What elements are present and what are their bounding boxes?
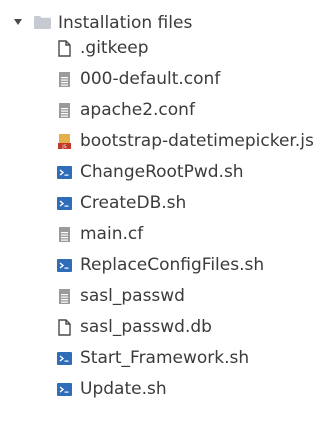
text-file-icon — [56, 71, 73, 88]
shell-script-icon — [56, 381, 73, 398]
shell-script-icon — [56, 257, 73, 274]
file-row[interactable]: JS bootstrap-datetimepicker.js — [0, 129, 329, 155]
text-file-icon — [56, 102, 73, 119]
file-tree: Installation files .gitkeep 000-default.c… — [0, 0, 329, 437]
file-row[interactable]: CreateDB.sh — [0, 191, 329, 217]
caret-down-icon[interactable] — [14, 19, 22, 25]
file-row[interactable]: Update.sh — [0, 377, 329, 403]
file-row[interactable]: ReplaceConfigFiles.sh — [0, 253, 329, 279]
file-row[interactable]: main.cf — [0, 222, 329, 248]
file-row[interactable]: sasl_passwd — [0, 284, 329, 310]
file-label: CreateDB.sh — [80, 193, 187, 213]
file-label: .gitkeep — [80, 38, 149, 58]
blank-file-icon — [56, 319, 73, 336]
file-row[interactable]: .gitkeep — [0, 36, 329, 62]
file-label: Start_Framework.sh — [80, 348, 250, 368]
file-row[interactable]: apache2.conf — [0, 98, 329, 124]
file-row[interactable]: sasl_passwd.db — [0, 315, 329, 341]
text-file-icon — [56, 226, 73, 243]
file-label: sasl_passwd — [80, 286, 185, 306]
shell-script-icon — [56, 350, 73, 367]
file-label: sasl_passwd.db — [80, 317, 212, 337]
file-row[interactable]: Start_Framework.sh — [0, 346, 329, 372]
text-file-icon — [56, 288, 73, 305]
file-label: apache2.conf — [80, 100, 195, 120]
shell-script-icon — [56, 164, 73, 181]
folder-installation-files[interactable]: Installation files — [0, 10, 329, 36]
javascript-file-icon: JS — [56, 133, 73, 150]
file-row[interactable]: ChangeRootPwd.sh — [0, 160, 329, 186]
folder-label: Installation files — [58, 13, 193, 33]
file-label: main.cf — [80, 224, 144, 244]
folder-icon — [34, 16, 51, 29]
file-row[interactable]: 000-default.conf — [0, 67, 329, 93]
file-label: Update.sh — [80, 379, 167, 399]
file-label: 000-default.conf — [80, 69, 221, 89]
blank-file-icon — [56, 40, 73, 57]
file-label: ChangeRootPwd.sh — [80, 162, 244, 182]
shell-script-icon — [56, 195, 73, 212]
svg-text:JS: JS — [61, 144, 66, 150]
file-label: ReplaceConfigFiles.sh — [80, 255, 265, 275]
file-label: bootstrap-datetimepicker.js — [80, 131, 314, 151]
